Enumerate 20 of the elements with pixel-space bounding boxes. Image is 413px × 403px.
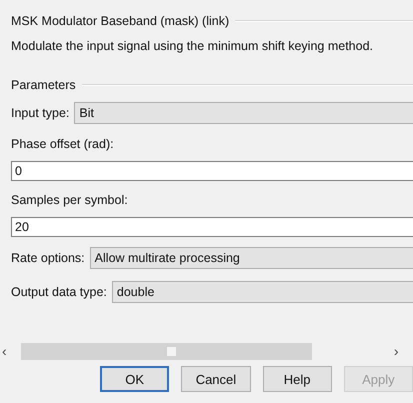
description: Modulate the input signal using the minimum shift keying method.	[11, 39, 374, 55]
group-title: Parameters	[11, 78, 76, 92]
scrollbar-track[interactable]	[21, 342, 312, 360]
dialog-button[interactable]: Cancel	[181, 366, 251, 392]
scrollbar-thumb[interactable]	[167, 346, 176, 356]
scroll-left-arrow[interactable]: ‹	[2, 343, 22, 359]
parameter-label: Input type:	[11, 106, 70, 120]
dialog-button[interactable]: Help	[262, 366, 332, 392]
dropdown[interactable]: Bit	[74, 102, 413, 124]
dropdown[interactable]: double	[112, 281, 413, 303]
scroll-right-arrow[interactable]: ›	[394, 343, 413, 359]
parameter-label: Rate options:	[11, 251, 85, 265]
input-field[interactable]: 20	[11, 217, 413, 237]
dropdown[interactable]: Allow multirate processing	[90, 247, 413, 269]
parameter-label: Phase offset (rad):	[11, 136, 115, 153]
parameter-label: Output data type:	[11, 285, 107, 299]
input-field[interactable]: 0	[11, 161, 413, 181]
parameter-label: Samples per symbol:	[11, 192, 129, 209]
block-title: MSK Modulator Baseband (mask) (link)	[11, 14, 230, 28]
dialog-button[interactable]: OK	[100, 366, 170, 392]
